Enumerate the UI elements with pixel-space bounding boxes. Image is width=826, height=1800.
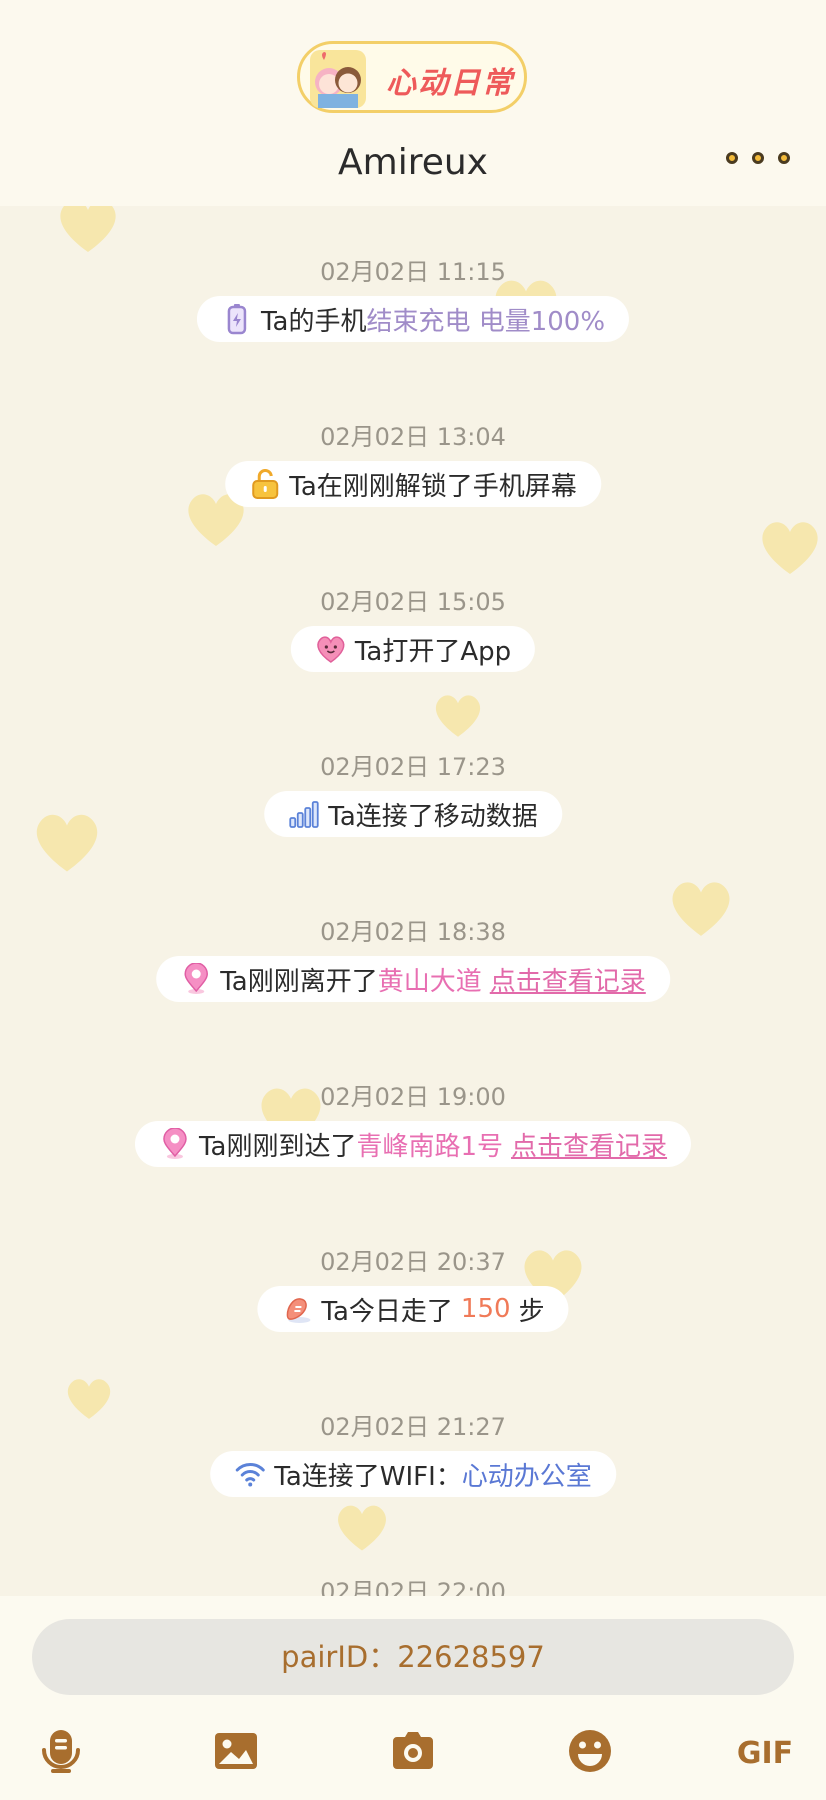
- battery-icon: [227, 304, 247, 335]
- event-message[interactable]: Ta的手机 结束充电 电量100%: [196, 296, 630, 342]
- couple-avatar-icon: [310, 50, 366, 108]
- location-pin-icon: [184, 963, 208, 994]
- event-text: Ta连接了WIFI：: [274, 1461, 462, 1492]
- bottom-bar: pairID：22628597 GIF: [0, 1596, 826, 1800]
- event-message[interactable]: Ta打开了App: [290, 626, 536, 672]
- gif-icon[interactable]: GIF: [737, 1726, 793, 1776]
- event-text: Ta今日走了: [321, 1296, 453, 1327]
- place-name: 黄山大道: [377, 966, 482, 997]
- more-options-button[interactable]: [726, 150, 796, 170]
- event-text: Ta连接了移动数据: [328, 801, 538, 832]
- page-title: Amireux: [338, 142, 488, 183]
- event-message[interactable]: Ta刚刚离开了 黄山大道 点击查看记录: [156, 956, 670, 1002]
- charge-status-text: 结束充电 电量100%: [366, 306, 606, 337]
- location-pin-icon: [163, 1128, 187, 1159]
- activity-feed[interactable]: 02月02日 11:15 Ta的手机 结束充电 电量100% 02月02日 13:…: [0, 206, 826, 1596]
- gif-label: GIF: [737, 1736, 793, 1771]
- badge-title: 心动日常: [386, 66, 514, 101]
- heart-decoration-icon: [762, 522, 818, 574]
- voice-icon[interactable]: [36, 1726, 86, 1776]
- more-dot-icon: [726, 152, 738, 164]
- event-timestamp: 02月02日 17:23: [320, 753, 506, 781]
- unlock-icon: [252, 469, 279, 499]
- event-timestamp: 02月02日 22:00: [320, 1578, 506, 1596]
- view-record-link[interactable]: 点击查看记录: [490, 961, 646, 998]
- event-message[interactable]: Ta在刚刚解锁了手机屏幕: [225, 461, 601, 507]
- event-message[interactable]: Ta今日走了 150 步: [257, 1286, 569, 1332]
- heart-decoration-icon: [60, 206, 116, 252]
- emoji-icon[interactable]: [565, 1726, 615, 1776]
- app-header: 心动日常 Amireux: [0, 0, 826, 206]
- camera-icon[interactable]: [388, 1726, 438, 1776]
- heart-decoration-icon: [338, 1505, 386, 1551]
- event-timestamp: 02月02日 21:27: [320, 1413, 506, 1441]
- event-text: Ta刚刚离开了: [220, 966, 378, 997]
- step-unit: 步: [518, 1296, 545, 1327]
- step-count: 150: [460, 1294, 511, 1324]
- event-message[interactable]: Ta连接了WIFI： 心动办公室: [210, 1451, 616, 1497]
- event-message[interactable]: Ta刚刚到达了 青峰南路1号 点击查看记录: [134, 1121, 692, 1167]
- view-record-link[interactable]: 点击查看记录: [511, 1126, 667, 1163]
- event-message[interactable]: Ta连接了移动数据: [264, 791, 562, 837]
- event-timestamp: 02月02日 13:04: [320, 423, 506, 451]
- pair-id-field[interactable]: pairID：22628597: [32, 1619, 794, 1695]
- event-timestamp: 02月02日 18:38: [320, 918, 506, 946]
- more-dot-icon: [752, 152, 764, 164]
- heart-decoration-icon: [435, 695, 481, 737]
- event-text: Ta刚刚到达了: [198, 1131, 357, 1162]
- wifi-icon: [235, 1463, 265, 1487]
- heart-face-icon: [317, 636, 345, 663]
- event-timestamp: 02月02日 20:37: [320, 1248, 506, 1276]
- footprint-icon: [286, 1298, 311, 1323]
- image-icon[interactable]: [211, 1726, 261, 1776]
- event-text: Ta的手机: [260, 306, 367, 337]
- heart-decoration-icon: [36, 814, 98, 872]
- place-name: 青峰南路1号: [356, 1131, 504, 1162]
- event-timestamp: 02月02日 11:15: [320, 258, 506, 286]
- wifi-name: 心动办公室: [461, 1461, 592, 1492]
- event-timestamp: 02月02日 15:05: [320, 588, 506, 616]
- app-badge: 心动日常: [297, 41, 527, 113]
- more-dot-icon: [778, 152, 790, 164]
- event-text: Ta在刚刚解锁了手机屏幕: [289, 471, 577, 502]
- event-text: Ta打开了App: [354, 636, 512, 667]
- event-timestamp: 02月02日 19:00: [320, 1083, 506, 1111]
- signal-icon: [289, 801, 319, 828]
